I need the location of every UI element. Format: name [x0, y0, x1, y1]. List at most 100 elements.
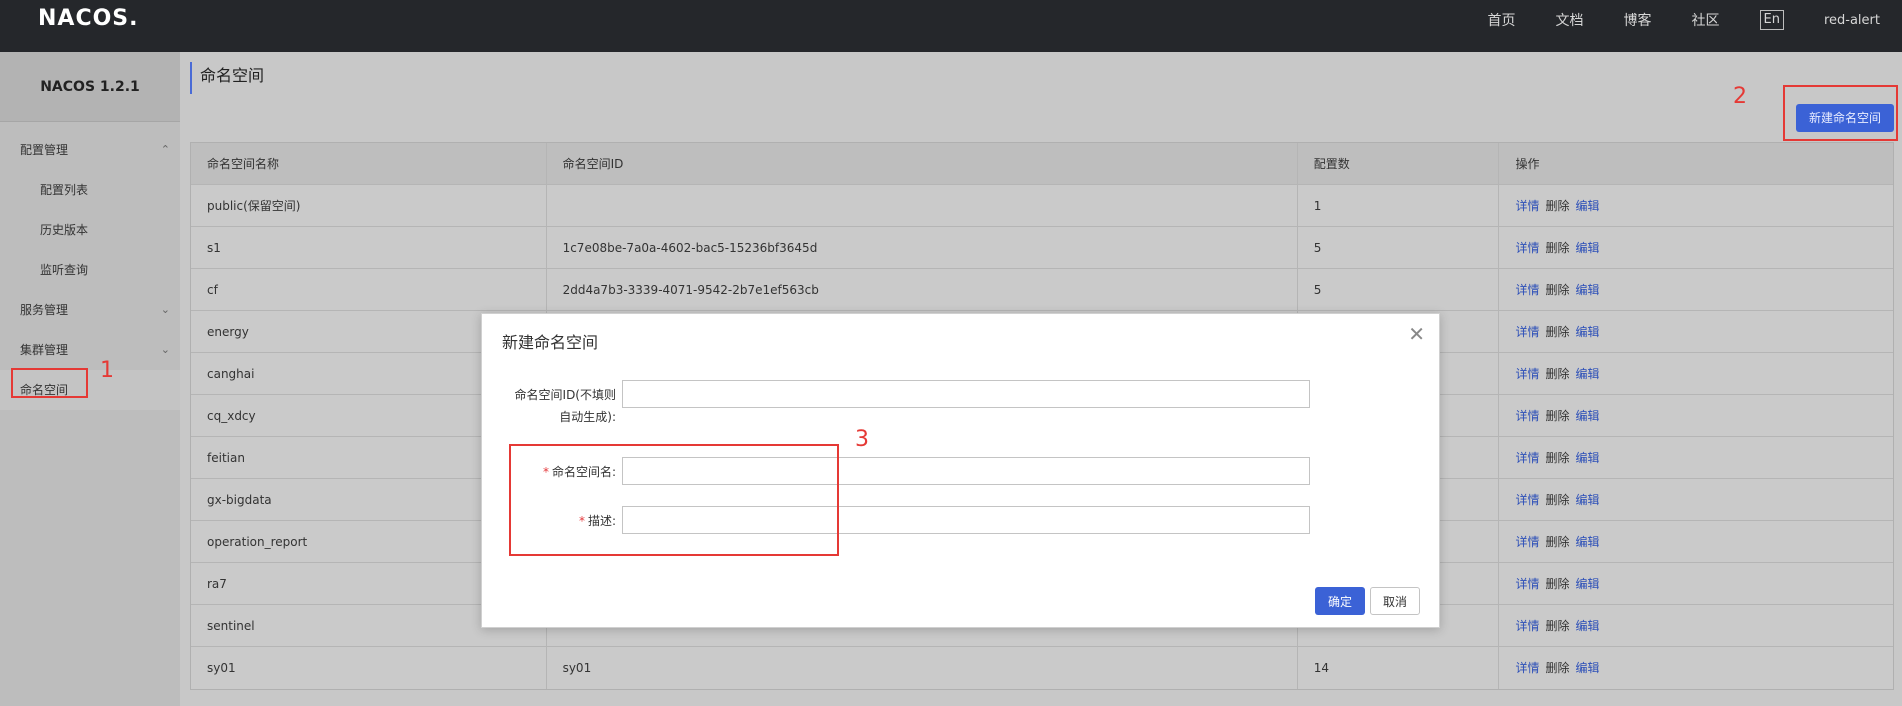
details-link[interactable]: 详情	[1515, 199, 1539, 213]
ops-cell: 详情 删除 编辑	[1499, 647, 1893, 689]
chevron-down-icon: ⌄	[160, 343, 170, 356]
edit-link[interactable]: 编辑	[1576, 409, 1600, 423]
delete-link[interactable]: 删除	[1545, 283, 1569, 297]
namespace-id-label: 命名空间ID(不填则 自动生成):	[496, 384, 616, 428]
annotation-box-3	[509, 444, 839, 556]
top-bar: NACOS. 首页 文档 博客 社区 En red-alert	[0, 0, 1902, 52]
nacos-logo[interactable]: NACOS.	[38, 6, 139, 31]
ops-cell: 详情 删除 编辑	[1499, 605, 1893, 646]
details-link[interactable]: 详情	[1515, 409, 1539, 423]
column-header-id: 命名空间ID	[547, 143, 1298, 184]
close-icon[interactable]: ✕	[1408, 322, 1425, 346]
annotation-number-3: 3	[855, 427, 869, 452]
column-header-name: 命名空间名称	[191, 143, 547, 184]
ops-cell: 详情 删除 编辑	[1499, 311, 1893, 352]
table-row: public(保留空间) 1 详情 删除 编辑	[191, 185, 1893, 227]
details-link[interactable]: 详情	[1515, 367, 1539, 381]
ops-cell: 详情 删除 编辑	[1499, 269, 1893, 310]
nav-home[interactable]: 首页	[1488, 10, 1516, 30]
details-link[interactable]: 详情	[1515, 325, 1539, 339]
namespace-name-cell: public(保留空间)	[191, 185, 547, 226]
annotation-box-2	[1783, 85, 1898, 141]
edit-link[interactable]: 编辑	[1576, 325, 1600, 339]
sidebar-menu: 配置管理 ⌃ 配置列表 历史版本 监听查询 服务管理 ⌄ 集群管理 ⌄ 命名空间	[0, 122, 180, 410]
nav-docs[interactable]: 文档	[1556, 10, 1584, 30]
sidebar-item-label: 集群管理	[20, 343, 69, 357]
nav-blog[interactable]: 博客	[1624, 10, 1652, 30]
column-header-ops: 操作	[1515, 157, 1540, 171]
namespace-id-label-line1: 命名空间ID(不填则	[514, 388, 616, 402]
sidebar-item-cluster-management[interactable]: 集群管理 ⌄	[0, 330, 180, 370]
column-header-count: 配置数	[1298, 143, 1500, 184]
sidebar-item-label: 监听查询	[40, 263, 89, 277]
sidebar-item-config-management[interactable]: 配置管理 ⌃	[0, 130, 180, 170]
sidebar-item-label: 历史版本	[40, 223, 89, 237]
ops-cell: 详情 删除 编辑	[1499, 437, 1893, 478]
details-link[interactable]: 详情	[1515, 451, 1539, 465]
sidebar-title: NACOS 1.2.1	[0, 52, 180, 122]
delete-link[interactable]: 删除	[1545, 535, 1569, 549]
details-link[interactable]: 详情	[1515, 283, 1539, 297]
sidebar-item-config-list[interactable]: 配置列表	[0, 170, 180, 210]
sidebar-item-label: 配置管理	[20, 143, 69, 157]
sidebar-item-history[interactable]: 历史版本	[0, 210, 180, 250]
sidebar-item-label: 服务管理	[20, 303, 69, 317]
delete-link[interactable]: 删除	[1545, 241, 1569, 255]
ops-cell: 详情 删除 编辑	[1499, 185, 1893, 226]
cancel-button[interactable]: 取消	[1370, 587, 1420, 615]
edit-link[interactable]: 编辑	[1576, 367, 1600, 381]
details-link[interactable]: 详情	[1515, 535, 1539, 549]
sidebar-item-listener-query[interactable]: 监听查询	[0, 250, 180, 290]
namespace-name-cell: cf	[191, 269, 547, 310]
namespace-id-cell: 1c7e08be-7a0a-4602-bac5-15236bf3645d	[547, 227, 1298, 268]
chevron-up-icon: ⌃	[160, 143, 170, 156]
edit-link[interactable]: 编辑	[1576, 661, 1600, 675]
namespace-id-input[interactable]	[622, 380, 1310, 408]
delete-link[interactable]: 删除	[1545, 661, 1569, 675]
details-link[interactable]: 详情	[1515, 493, 1539, 507]
table-header-row: 命名空间名称 命名空间ID 配置数 操作	[191, 143, 1893, 185]
delete-link[interactable]: 删除	[1545, 199, 1569, 213]
delete-link[interactable]: 删除	[1545, 577, 1569, 591]
ops-cell: 详情 删除 编辑	[1499, 563, 1893, 604]
edit-link[interactable]: 编辑	[1576, 199, 1600, 213]
ops-cell: 详情 删除 编辑	[1499, 227, 1893, 268]
user-name[interactable]: red-alert	[1824, 13, 1880, 28]
edit-link[interactable]: 编辑	[1576, 451, 1600, 465]
confirm-button[interactable]: 确定	[1315, 587, 1365, 615]
delete-link[interactable]: 删除	[1545, 493, 1569, 507]
dialog-title: 新建命名空间	[502, 333, 599, 352]
nav-community[interactable]: 社区	[1692, 10, 1720, 30]
ops-cell: 详情 删除 编辑	[1499, 521, 1893, 562]
page-title: 命名空间	[190, 62, 264, 94]
namespace-name-cell: sy01	[191, 647, 547, 689]
chevron-down-icon: ⌄	[160, 303, 170, 316]
namespace-id-label-line2: 自动生成):	[559, 410, 616, 424]
edit-link[interactable]: 编辑	[1576, 241, 1600, 255]
ops-cell: 详情 删除 编辑	[1499, 395, 1893, 436]
sidebar-item-label: 配置列表	[40, 183, 89, 197]
edit-link[interactable]: 编辑	[1576, 283, 1600, 297]
language-toggle-button[interactable]: En	[1759, 10, 1784, 30]
details-link[interactable]: 详情	[1515, 241, 1539, 255]
edit-link[interactable]: 编辑	[1576, 577, 1600, 591]
delete-link[interactable]: 删除	[1545, 619, 1569, 633]
ops-cell: 详情 删除 编辑	[1499, 353, 1893, 394]
delete-link[interactable]: 删除	[1545, 451, 1569, 465]
config-count-cell: 1	[1298, 185, 1500, 226]
details-link[interactable]: 详情	[1515, 661, 1539, 675]
delete-link[interactable]: 删除	[1545, 325, 1569, 339]
annotation-number-2: 2	[1733, 84, 1747, 109]
details-link[interactable]: 详情	[1515, 619, 1539, 633]
namespace-id-cell	[547, 185, 1298, 226]
ops-cell: 详情 删除 编辑	[1499, 479, 1893, 520]
table-row: s1 1c7e08be-7a0a-4602-bac5-15236bf3645d 5 详…	[191, 227, 1893, 269]
delete-link[interactable]: 删除	[1545, 409, 1569, 423]
edit-link[interactable]: 编辑	[1576, 493, 1600, 507]
delete-link[interactable]: 删除	[1545, 367, 1569, 381]
namespace-id-cell: sy01	[547, 647, 1298, 689]
edit-link[interactable]: 编辑	[1576, 535, 1600, 549]
edit-link[interactable]: 编辑	[1576, 619, 1600, 633]
details-link[interactable]: 详情	[1515, 577, 1539, 591]
sidebar-item-service-management[interactable]: 服务管理 ⌄	[0, 290, 180, 330]
